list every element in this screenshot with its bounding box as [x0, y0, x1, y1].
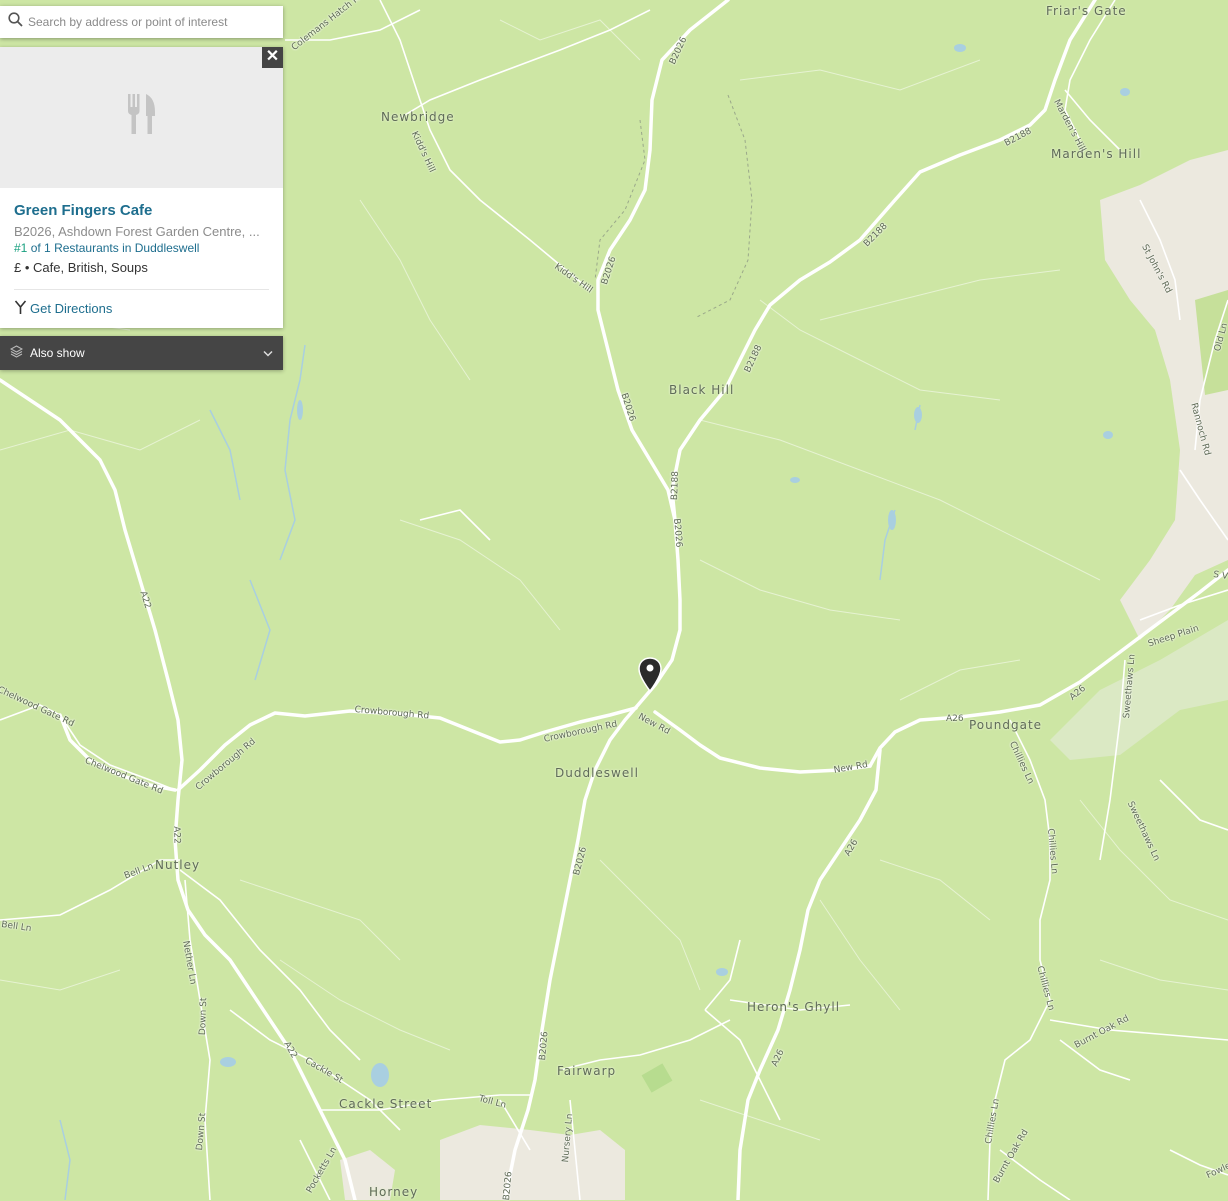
search-bar[interactable] [0, 6, 283, 38]
poi-rank-of: of 1 [30, 241, 51, 255]
poi-tags: £ • Cafe, British, Soups [14, 260, 148, 275]
poi-address: B2026, Ashdown Forest Garden Centre, ... [14, 224, 260, 239]
poi-image-placeholder: ✕ [0, 47, 283, 188]
close-button[interactable]: ✕ [262, 47, 283, 68]
place-label-black-hill: Black Hill [669, 383, 735, 397]
place-label-friars-gate: Friar's Gate [1046, 4, 1127, 18]
poi-rank[interactable]: #1 of 1 Restaurants in Duddleswell [14, 241, 269, 255]
road-label: A26 [946, 714, 964, 724]
road-label: B2188 [670, 470, 682, 501]
get-directions-label: Get Directions [30, 301, 113, 316]
road-label: Down St [198, 997, 210, 1036]
layers-icon [9, 345, 24, 361]
poi-rank-category: Restaurants in Duddleswell [54, 241, 200, 255]
poi-name-link[interactable]: Green Fingers Cafe [14, 202, 269, 220]
place-label-newbridge: Newbridge [381, 110, 455, 124]
search-input[interactable] [23, 6, 283, 38]
location-pin-icon[interactable] [637, 657, 663, 693]
place-label-cackle-street: Cackle Street [339, 1097, 433, 1111]
poi-card: ✕ Green Fingers Cafe B2026, Ashdown Fore… [0, 47, 283, 328]
search-icon[interactable] [8, 12, 23, 32]
road-label: S V [1212, 570, 1228, 582]
place-label-herons-ghyll: Heron's Ghyll [747, 1000, 841, 1014]
poi-rank-number: #1 [14, 241, 28, 255]
road-label: A22 [171, 826, 182, 844]
place-label-horney: Horney [369, 1185, 419, 1199]
urban-area [440, 1125, 625, 1200]
place-label-poundgate: Poundgate [969, 718, 1043, 732]
get-directions-link[interactable]: Get Directions [14, 300, 269, 317]
place-label-nutley: Nutley [155, 858, 201, 872]
place-label-mardens-hill: Marden's Hill [1051, 147, 1142, 161]
place-label-fairwarp: Fairwarp [557, 1064, 617, 1078]
restaurant-fork-knife-icon [126, 94, 158, 141]
directions-fork-icon [14, 300, 27, 317]
divider [14, 289, 269, 290]
also-show-toggle[interactable]: Also show [0, 336, 283, 370]
place-label-duddleswell: Duddleswell [555, 766, 639, 780]
chevron-down-icon [263, 346, 273, 360]
also-show-label: Also show [30, 346, 85, 360]
